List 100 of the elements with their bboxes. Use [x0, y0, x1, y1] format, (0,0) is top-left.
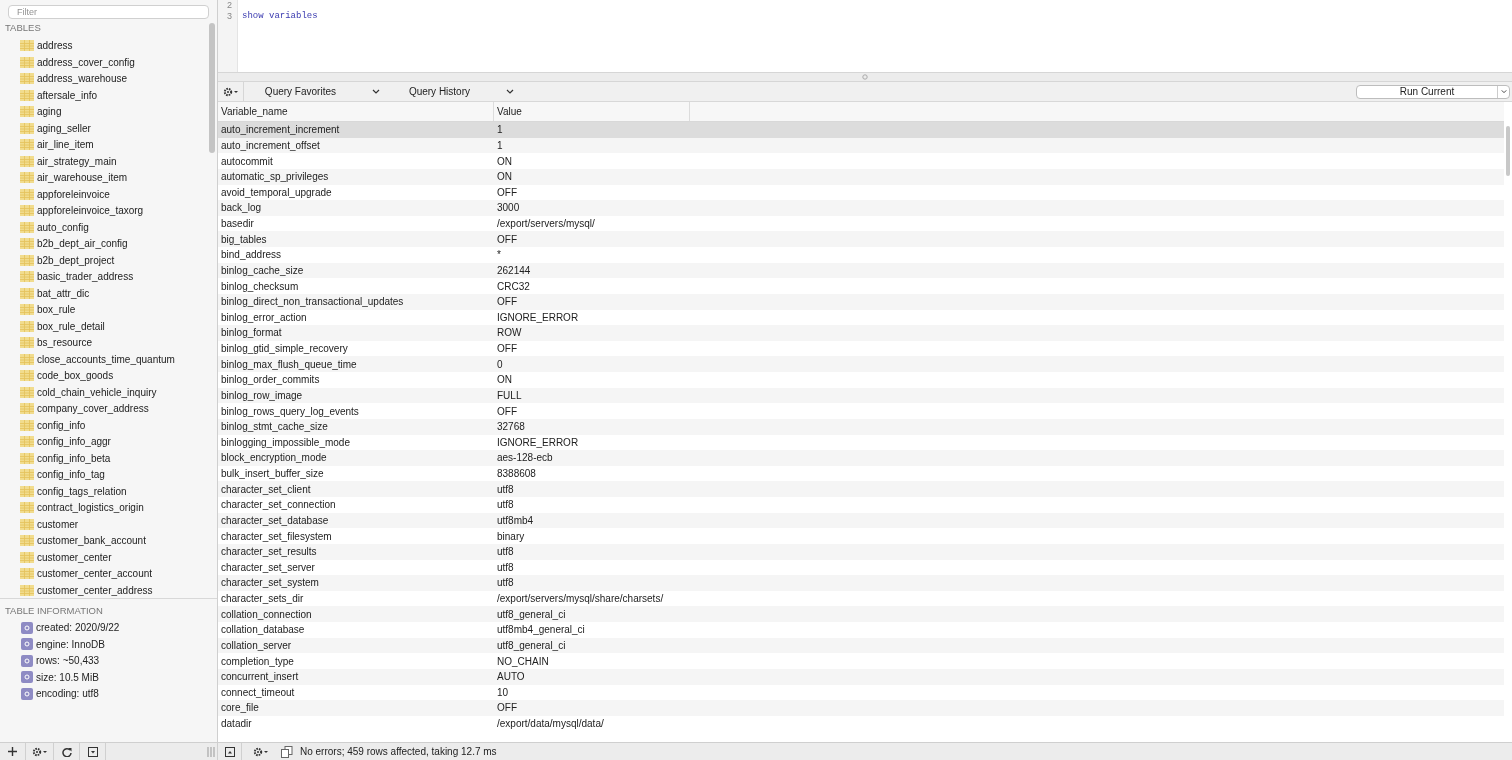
table-cell-text: connect_timeout	[220, 685, 296, 700]
section-heading: TABLE INFORMATION	[4, 604, 104, 618]
console-button[interactable]	[280, 743, 294, 760]
table-cell-text: auto_increment_offset	[220, 138, 321, 153]
table-list-item[interactable]: box_rule_detail	[0, 317, 209, 335]
column-header[interactable]: Value	[494, 102, 690, 121]
table-cell-text: ROW	[496, 326, 523, 341]
table-cell-text: character_set_filesystem	[220, 529, 333, 544]
info-bullet-icon	[21, 638, 33, 650]
run-current-button[interactable]: Run Current	[1356, 84, 1510, 99]
table-list-item[interactable]: config_info_tag	[0, 466, 209, 483]
table-row[interactable]: block_encryption_mode aes-128-ecb	[218, 450, 1504, 466]
table-icon	[20, 188, 34, 200]
table-list-item[interactable]: appforeleinvoice	[0, 185, 209, 203]
table-cell-text: 32768	[496, 420, 526, 435]
table-cell-text: utf8	[496, 545, 515, 560]
table-cell-text: basedir	[220, 217, 255, 232]
table-list-item[interactable]: customer_center_account	[0, 565, 209, 582]
table-list-item[interactable]: customer_bank_account	[0, 532, 209, 549]
table-cell-text: binlog_order_commits	[220, 373, 321, 388]
table-row[interactable]: character_set_client utf8	[218, 481, 1504, 497]
table-list-item[interactable]: customer	[0, 515, 209, 533]
table-list-item[interactable]: b2b_dept_project	[0, 251, 209, 269]
column-header[interactable]: Variable_name	[218, 102, 494, 121]
table-cell-text: ON	[496, 154, 513, 169]
table-cell-text: OFF	[496, 701, 518, 716]
table-list-item[interactable]: b2b_dept_air_config	[0, 235, 209, 252]
filter-field[interactable]: Filter	[8, 5, 209, 19]
table-cell-text: IGNORE_ERROR	[496, 435, 580, 450]
table-row[interactable]: character_set_system utf8	[218, 575, 1504, 591]
table-list-item[interactable]: customer_center	[0, 548, 209, 566]
table-cell-text: /export/data/mysql/data/	[496, 717, 605, 732]
table-list-item[interactable]: bs_resource	[0, 334, 209, 351]
table-cell-text: /export/servers/mysql/share/charsets/	[496, 592, 665, 607]
table-icon	[20, 469, 34, 480]
table-list-item[interactable]: aging_seller	[0, 119, 209, 137]
query-history-dropdown[interactable]: Query History	[384, 82, 518, 101]
table-list-item[interactable]: air_strategy_main	[0, 152, 209, 170]
table-cell-text: binlog_error_action	[220, 310, 308, 325]
table-cell-text: binary	[496, 529, 526, 544]
scrollbar[interactable]	[1506, 126, 1510, 176]
table-list-item[interactable]: cold_chain_vehicle_inquiry	[0, 383, 209, 401]
table-list-item[interactable]: air_warehouse_item	[0, 169, 209, 186]
table-list-item[interactable]: air_line_item	[0, 136, 209, 153]
line-number: 2	[227, 0, 232, 11]
table-cell-text: back_log	[220, 201, 263, 216]
table-list-item[interactable]: code_box_goods	[0, 367, 209, 384]
table-list-item[interactable]: address	[0, 37, 209, 54]
info-bullet-icon	[21, 654, 33, 667]
table-cell-text: CRC32	[496, 279, 531, 294]
table-list-item[interactable]: config_info_aggr	[0, 433, 209, 450]
table-list-item[interactable]: bat_attr_dic	[0, 284, 209, 302]
info-bullet-icon	[21, 687, 33, 700]
table-row[interactable]: core_file OFF	[218, 700, 1504, 716]
table-list-item[interactable]: address_warehouse	[0, 70, 209, 87]
table-icon	[20, 452, 34, 464]
table-row[interactable]: big_tables OFF	[218, 231, 1504, 247]
table-cell-text: OFF	[496, 185, 518, 200]
table-icon	[20, 122, 34, 134]
code-line: show variables	[242, 11, 319, 22]
table-row[interactable]: back_log 3000	[218, 200, 1504, 216]
table-list-item[interactable]: customer_center_address	[0, 581, 209, 598]
table-icon	[20, 386, 34, 398]
table-list-item[interactable]: appforeleinvoice_taxorg	[0, 202, 209, 219]
table-icon	[20, 89, 34, 101]
table-list-item[interactable]: config_info	[0, 416, 209, 434]
table-list-item[interactable]: aftersale_info	[0, 86, 209, 104]
table-row[interactable]: binlog_max_flush_queue_time 0	[218, 356, 1504, 372]
table-list-item[interactable]: close_accounts_time_quantum	[0, 350, 209, 368]
table-list-item[interactable]: config_tags_relation	[0, 482, 209, 500]
table-row[interactable]: auto_increment_increment 1	[218, 122, 1504, 138]
scrollbar[interactable]	[209, 23, 215, 153]
table-cell-text: utf8_general_ci	[496, 638, 567, 653]
table-list-item[interactable]: box_rule	[0, 301, 209, 318]
table-row[interactable]: binlog_format ROW	[218, 325, 1504, 341]
table-list-item[interactable]: aging	[0, 103, 209, 120]
table-list-item[interactable]: contract_logistics_origin	[0, 499, 209, 516]
table-list-item[interactable]: company_cover_address	[0, 400, 209, 417]
grip-icon	[862, 74, 868, 80]
splitter-grip-icon[interactable]	[207, 746, 215, 757]
table-cell-text: character_set_connection	[220, 498, 337, 513]
table-icon	[20, 221, 34, 233]
table-list-item[interactable]: address_cover_config	[0, 53, 209, 71]
table-cell-text: binlog_direct_non_transactional_updates	[220, 295, 405, 310]
table-icon	[20, 584, 34, 596]
table-cell-text: binlog_rows_query_log_events	[220, 404, 360, 419]
table-cell-text: aes-128-ecb	[496, 451, 554, 466]
table-cell-text: completion_type	[220, 654, 295, 669]
table-cell-text: ON	[496, 170, 513, 185]
table-list-item[interactable]: basic_trader_address	[0, 268, 209, 285]
table-list-item[interactable]: auto_config	[0, 218, 209, 236]
table-row[interactable]: collation_connection utf8_general_ci	[218, 606, 1504, 622]
chevron-down-icon	[372, 89, 380, 94]
query-favorites-dropdown[interactable]: Query Favorites	[244, 82, 384, 101]
refresh-icon	[61, 746, 72, 757]
table-cell-text: *	[496, 248, 502, 263]
table-icon	[20, 436, 34, 447]
table-cell-text: character_set_client	[220, 482, 312, 497]
documents-icon	[281, 745, 293, 758]
table-list-item[interactable]: config_info_beta	[0, 449, 209, 467]
